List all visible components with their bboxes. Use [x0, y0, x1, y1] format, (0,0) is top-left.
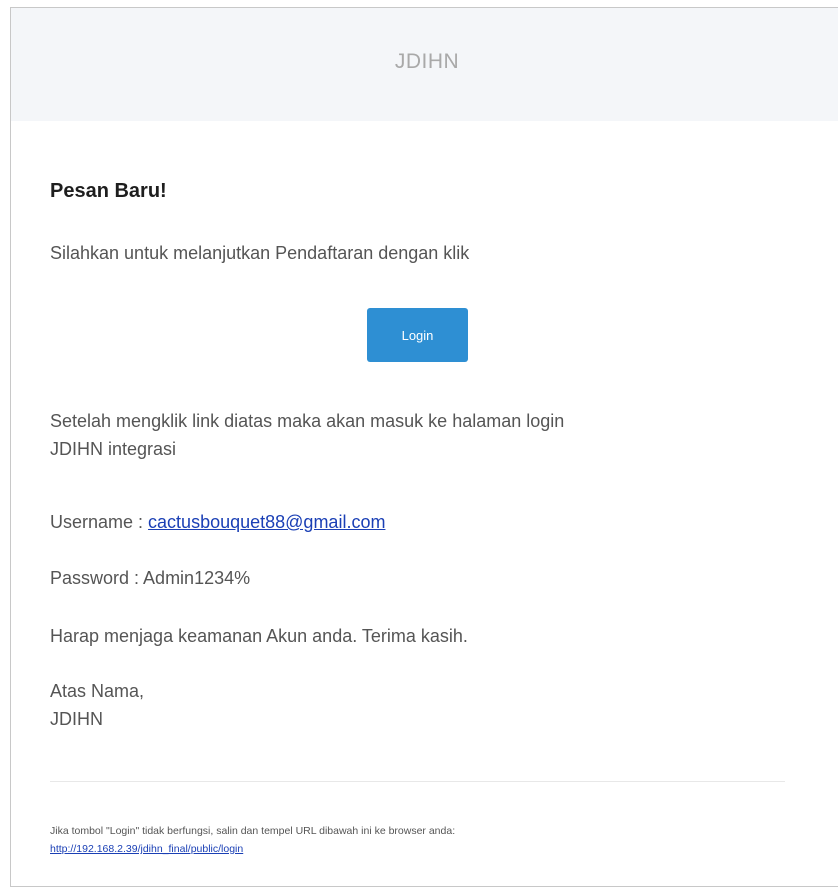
footer-note-text: Jika tombol "Login" tidak berfungsi, sal…	[50, 825, 456, 837]
email-header: JDIHN	[11, 8, 838, 121]
username-email-link[interactable]: cactusbouquet88@gmail.com	[148, 512, 385, 532]
password-line: Password : Admin1234%	[50, 564, 250, 592]
footer-login-url-link[interactable]: http://192.168.2.39/jdihn_final/public/l…	[50, 840, 455, 858]
footer-note: Jika tombol "Login" tidak berfungsi, sal…	[50, 822, 455, 858]
signoff-line-2: JDIHN	[50, 709, 103, 729]
email-container: JDIHN Pesan Baru! Silahkan untuk melanju…	[10, 7, 838, 887]
password-value: Admin1234%	[143, 568, 251, 588]
signoff: Atas Nama, JDIHN	[50, 677, 144, 733]
password-label: Password :	[50, 568, 144, 588]
intro-text: Silahkan untuk melanjutkan Pendaftaran d…	[50, 243, 470, 263]
username-label: Username :	[50, 512, 149, 532]
login-button[interactable]: Login	[367, 308, 468, 362]
footer-divider	[50, 781, 785, 782]
username-line: Username : cactusbouquet88@gmail.com	[50, 508, 385, 536]
after-click-text: Setelah mengklik link diatas maka akan m…	[50, 407, 750, 463]
after-click-line-2: JDIHN integrasi	[50, 439, 177, 459]
message-heading: Pesan Baru!	[50, 180, 167, 202]
header-title: JDIHN	[394, 49, 460, 73]
after-click-line-1: Setelah mengklik link diatas maka akan m…	[50, 411, 565, 431]
signoff-line-1: Atas Nama,	[50, 681, 145, 701]
security-note: Harap menjaga keamanan Akun anda. Terima…	[50, 626, 468, 646]
